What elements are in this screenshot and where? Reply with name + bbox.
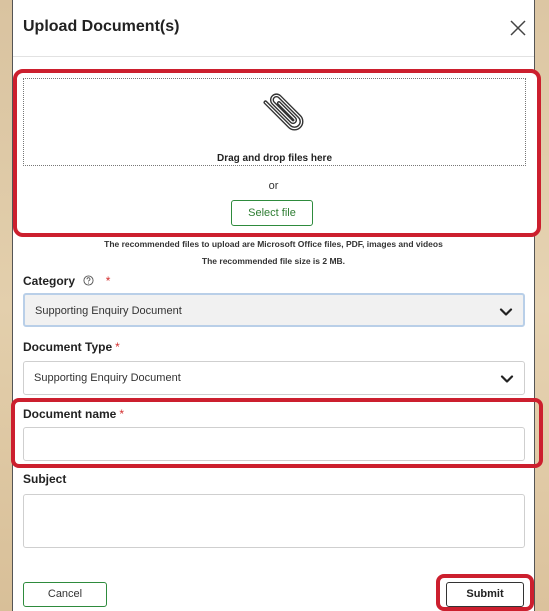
document-type-select[interactable]: Supporting Enquiry Document xyxy=(23,361,525,395)
recommended-size-note: The recommended file size is 2 MB. xyxy=(201,256,346,266)
background-left xyxy=(0,0,12,611)
required-marker: * xyxy=(119,407,125,421)
recommended-types-note: The recommended files to upload are Micr… xyxy=(104,239,443,249)
upload-dialog: Upload Document(s) Drag and drop files h… xyxy=(11,0,543,611)
required-marker: * xyxy=(115,340,120,354)
select-file-button[interactable]: Select file xyxy=(231,200,313,226)
category-select[interactable]: Supporting Enquiry Document xyxy=(23,293,525,327)
required-marker: * xyxy=(105,274,111,288)
document-type-label: Document Type * xyxy=(23,340,120,354)
document-type-label-text: Document Type xyxy=(23,340,113,354)
dialog-header: Upload Document(s) xyxy=(13,0,534,57)
cancel-button[interactable]: Cancel xyxy=(23,582,107,607)
document-name-label-text: Document name xyxy=(23,407,117,421)
dialog-title: Upload Document(s) xyxy=(23,18,180,35)
or-separator: or xyxy=(268,180,279,192)
document-type-value: Supporting Enquiry Document xyxy=(34,372,181,384)
document-name-input[interactable] xyxy=(23,427,525,461)
paperclip-icon xyxy=(263,93,304,131)
help-circle-icon[interactable] xyxy=(83,275,94,286)
drop-zone[interactable]: Drag and drop files here xyxy=(23,78,526,166)
category-label-text: Category xyxy=(23,274,76,288)
document-name-label: Document name * xyxy=(23,407,124,421)
category-label: Category * xyxy=(23,274,110,288)
drop-zone-label: Drag and drop files here xyxy=(216,153,333,164)
submit-button[interactable]: Submit xyxy=(446,582,524,607)
subject-textarea[interactable] xyxy=(23,494,525,548)
category-value: Supporting Enquiry Document xyxy=(35,305,182,317)
close-icon[interactable] xyxy=(508,18,528,38)
subject-label: Subject xyxy=(23,472,67,486)
chevron-down-icon xyxy=(499,308,513,316)
chevron-down-icon xyxy=(500,375,514,383)
